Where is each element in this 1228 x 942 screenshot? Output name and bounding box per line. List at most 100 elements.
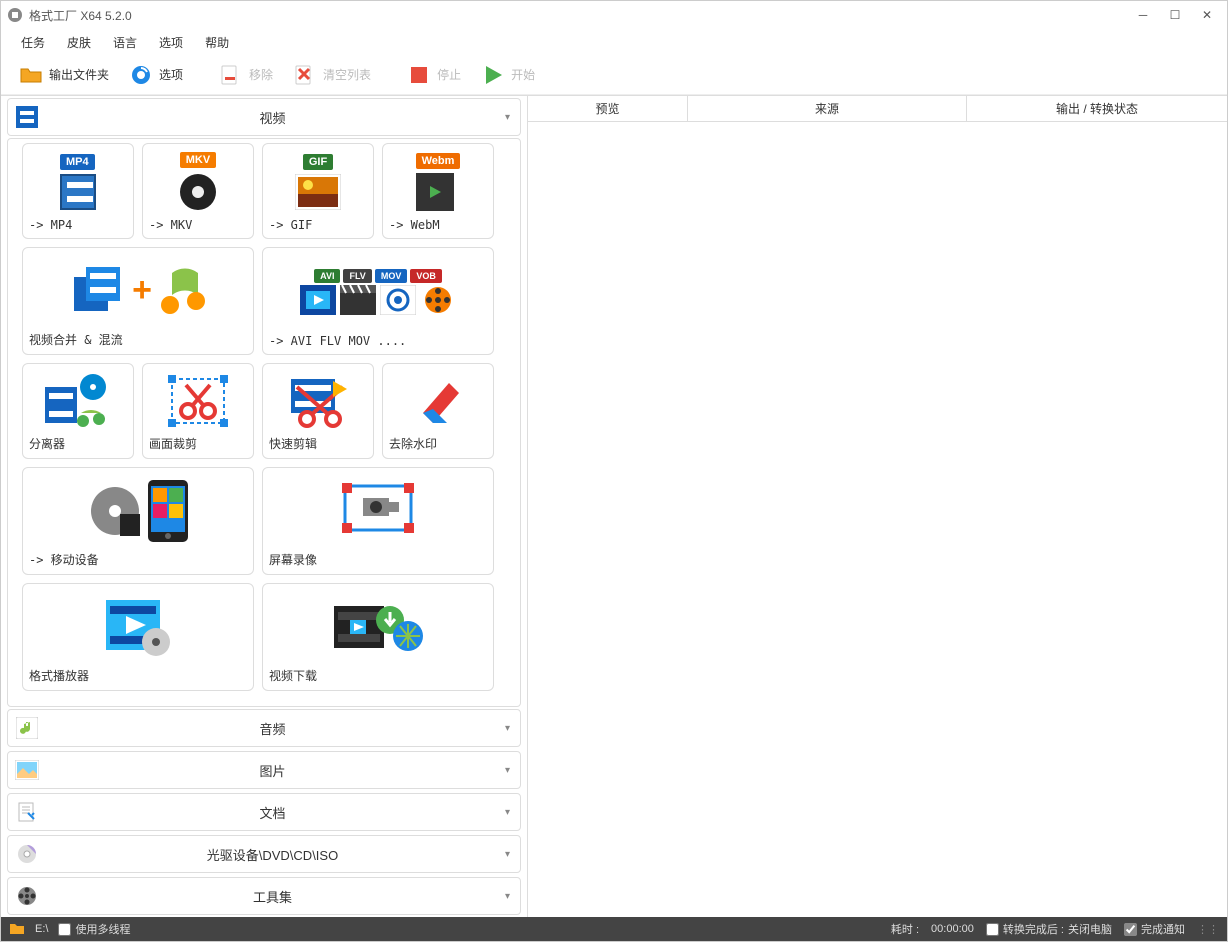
qt-icon <box>380 285 416 315</box>
tile-gif-label: -> GIF <box>269 218 367 232</box>
category-doc-label: 文档 <box>40 803 505 822</box>
category-doc[interactable]: 文档 ▾ <box>7 793 521 831</box>
tile-download[interactable]: 视频下载 <box>262 583 494 691</box>
gif-badge: GIF <box>303 154 333 170</box>
play-icon <box>481 63 505 87</box>
category-image[interactable]: 图片 ▾ <box>7 751 521 789</box>
tile-crop-label: 画面裁剪 <box>149 435 247 452</box>
notify-checkbox[interactable] <box>1124 923 1137 936</box>
after-toggle[interactable]: 转换完成后 : 关闭电脑 <box>986 921 1112 937</box>
after-checkbox[interactable] <box>986 923 999 936</box>
tile-avi-flv-mov[interactable]: AVI FLV MOV VOB -> AVI FLV MOV .... <box>262 247 494 355</box>
tile-mobile[interactable]: -> 移动设备 <box>22 467 254 575</box>
tile-gif[interactable]: GIF -> GIF <box>262 143 374 239</box>
tile-mkv-label: -> MKV <box>149 218 247 232</box>
tile-webm[interactable]: Webm -> WebM <box>382 143 494 239</box>
tile-merge-label: 视频合并 & 混流 <box>29 331 247 348</box>
chevron-down-icon: ▾ <box>505 723 510 734</box>
elapsed-label: 耗时 : <box>891 921 919 937</box>
list-header: 预览 来源 输出 / 转换状态 <box>528 96 1227 122</box>
window-title: 格式工厂 X64 5.2.0 <box>29 7 1135 24</box>
elapsed-time: 00:00:00 <box>931 923 974 935</box>
minimize-button[interactable]: ─ <box>1135 7 1151 23</box>
mkv-badge: MKV <box>180 152 216 168</box>
tile-quickcut[interactable]: 快速剪辑 <box>262 363 374 459</box>
right-panel: 预览 来源 输出 / 转换状态 <box>528 96 1227 917</box>
col-status[interactable]: 输出 / 转换状态 <box>967 96 1227 121</box>
tile-crop[interactable]: 画面裁剪 <box>142 363 254 459</box>
maximize-button[interactable]: ☐ <box>1167 7 1183 23</box>
folder-small-icon <box>9 921 25 938</box>
category-rom[interactable]: 光驱设备\DVD\CD\ISO ▾ <box>7 835 521 873</box>
multithread-toggle[interactable]: 使用多线程 <box>58 921 130 937</box>
film-stack-icon <box>70 265 126 317</box>
video-icon <box>14 104 40 130</box>
vob-badge: VOB <box>410 269 442 283</box>
mov-badge: MOV <box>375 269 408 283</box>
screen-cam-icon <box>341 482 415 540</box>
output-drive[interactable]: E:\ <box>35 923 48 935</box>
tile-screenrec-label: 屏幕录像 <box>269 551 487 568</box>
menubar: 任务 皮肤 语言 选项 帮助 <box>1 29 1227 55</box>
tile-mobile-label: -> 移动设备 <box>29 551 247 568</box>
after-label: 转换完成后 : <box>1003 921 1064 937</box>
remove-icon <box>219 63 243 87</box>
main-area: 视频 ▾ MP4 -> MP4 <box>1 95 1227 917</box>
tile-mp4-label: -> MP4 <box>29 218 127 232</box>
col-preview[interactable]: 预览 <box>528 96 688 121</box>
output-folder-label: 输出文件夹 <box>49 66 109 83</box>
after-action: 关闭电脑 <box>1068 921 1112 937</box>
stop-button[interactable]: 停止 <box>399 59 469 91</box>
download-icon <box>330 598 426 656</box>
menu-option[interactable]: 选项 <box>149 30 193 55</box>
disc-icon <box>14 841 40 867</box>
menu-skin[interactable]: 皮肤 <box>57 30 101 55</box>
left-panel: 视频 ▾ MP4 -> MP4 <box>1 96 528 917</box>
menu-language[interactable]: 语言 <box>103 30 147 55</box>
phone-icon <box>148 480 188 542</box>
doc-icon <box>14 799 40 825</box>
notify-label: 完成通知 <box>1141 921 1185 937</box>
tile-watermark-label: 去除水印 <box>389 435 487 452</box>
mp4-badge: MP4 <box>60 154 95 170</box>
statusbar: E:\ 使用多线程 耗时 : 00:00:00 转换完成后 : 关闭电脑 完成通… <box>1 917 1227 941</box>
list-body[interactable] <box>528 122 1227 917</box>
menu-task[interactable]: 任务 <box>11 30 55 55</box>
remove-label: 移除 <box>249 66 273 83</box>
close-button[interactable]: ✕ <box>1199 7 1215 23</box>
category-audio[interactable]: 音频 ▾ <box>7 709 521 747</box>
notify-toggle[interactable]: 完成通知 <box>1124 921 1185 937</box>
option-button[interactable]: 选项 <box>121 59 191 91</box>
crop-icon <box>166 373 230 429</box>
clear-list-button[interactable]: 清空列表 <box>285 59 379 91</box>
category-image-label: 图片 <box>40 761 505 780</box>
tile-webm-label: -> WebM <box>389 218 487 232</box>
start-label: 开始 <box>511 66 535 83</box>
tile-mkv[interactable]: MKV -> MKV <box>142 143 254 239</box>
mini-film-icon <box>300 285 336 315</box>
toolbar: 输出文件夹 选项 移除 清空列表 停止 开始 <box>1 55 1227 95</box>
chevron-down-icon: ▾ <box>505 891 510 902</box>
avi-badge: AVI <box>314 269 340 283</box>
tile-screenrec[interactable]: 屏幕录像 <box>262 467 494 575</box>
tile-mp4[interactable]: MP4 -> MP4 <box>22 143 134 239</box>
option-label: 选项 <box>159 66 183 83</box>
category-toolset[interactable]: 工具集 ▾ <box>7 877 521 915</box>
col-source[interactable]: 来源 <box>688 96 967 121</box>
music-icon <box>158 265 206 317</box>
disc-film-icon <box>88 484 142 538</box>
tile-merge[interactable]: + 视频合并 & 混流 <box>22 247 254 355</box>
tile-splitter[interactable]: 分离器 <box>22 363 134 459</box>
tile-player-label: 格式播放器 <box>29 667 247 684</box>
clear-icon <box>293 63 317 87</box>
start-button[interactable]: 开始 <box>473 59 543 91</box>
tile-watermark[interactable]: 去除水印 <box>382 363 494 459</box>
category-video[interactable]: 视频 ▾ <box>7 98 521 136</box>
stop-icon <box>407 63 431 87</box>
multithread-checkbox[interactable] <box>58 923 71 936</box>
tile-player[interactable]: 格式播放器 <box>22 583 254 691</box>
output-folder-button[interactable]: 输出文件夹 <box>11 59 117 91</box>
grip-icon: ⋮⋮ <box>1197 923 1219 936</box>
menu-help[interactable]: 帮助 <box>195 30 239 55</box>
remove-button[interactable]: 移除 <box>211 59 281 91</box>
